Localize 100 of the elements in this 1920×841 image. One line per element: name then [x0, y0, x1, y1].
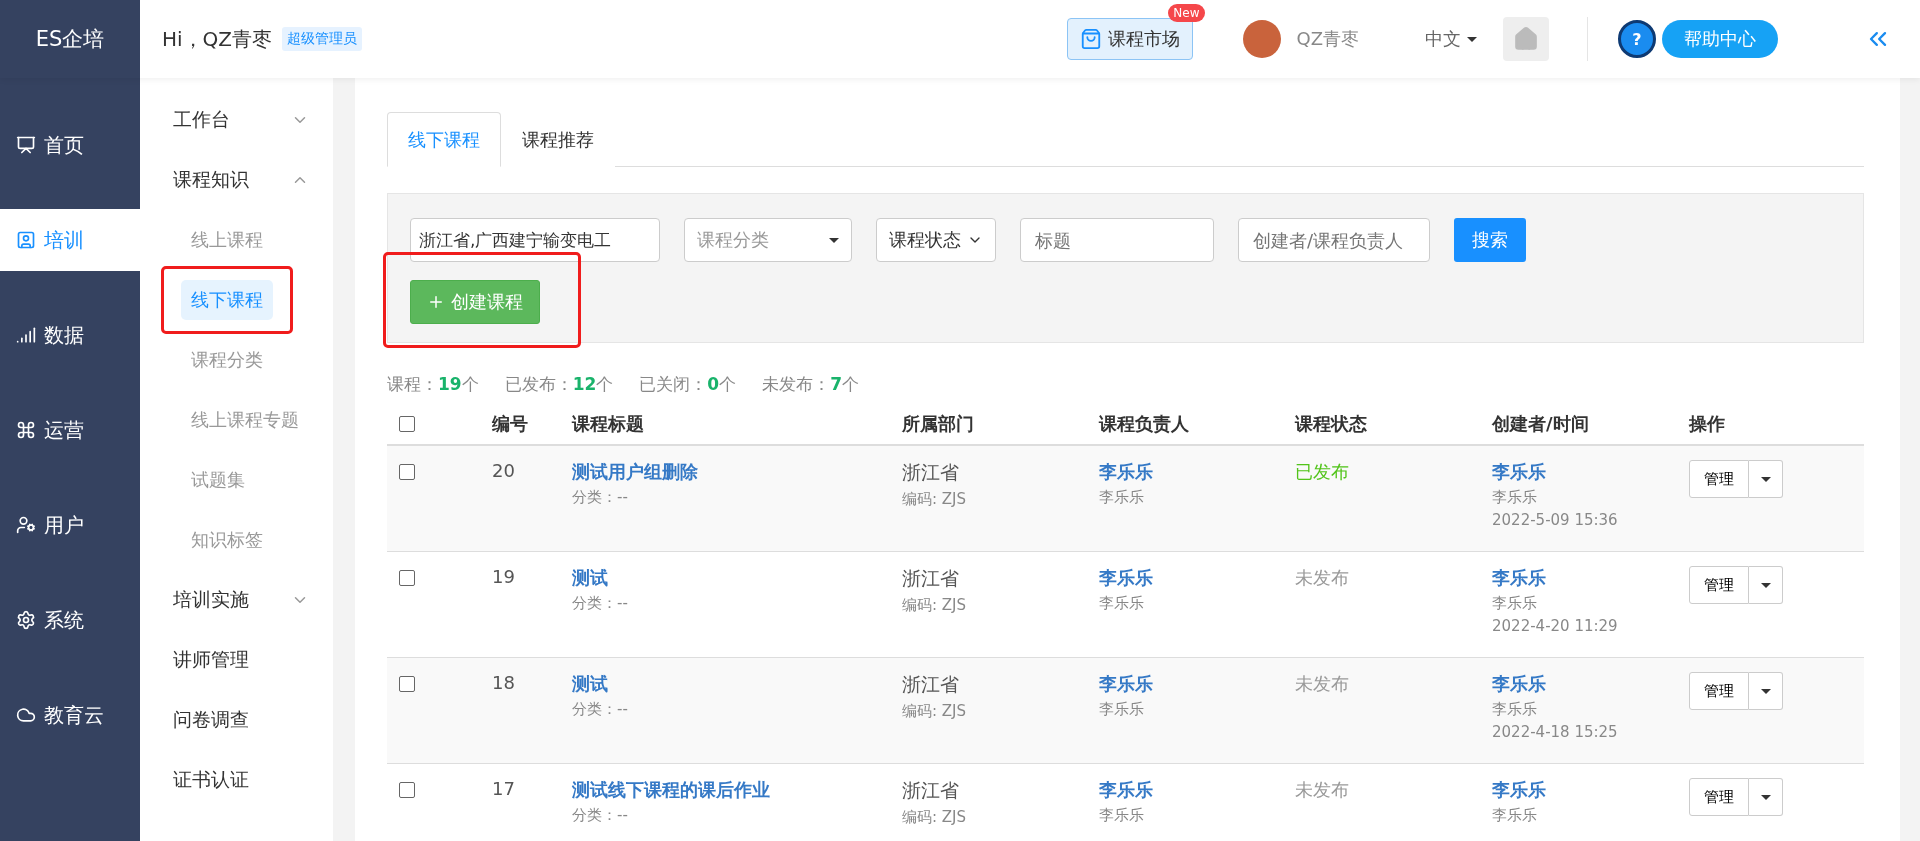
time-text: 2022-4-18 15:25	[1492, 723, 1619, 741]
rail-label: 用户	[44, 511, 84, 539]
rail-item[interactable]: 系统	[0, 589, 140, 651]
rail-item[interactable]: 培训	[0, 209, 140, 271]
department-text: 浙江省	[902, 672, 960, 697]
command-icon	[16, 420, 36, 440]
course-title-link[interactable]: 测试线下课程的课后作业	[572, 778, 902, 802]
course-title-link[interactable]: 测试用户组删除	[572, 460, 902, 484]
submenu-item[interactable]: 线上课程专题	[181, 400, 309, 440]
manage-button[interactable]: 管理	[1689, 778, 1749, 816]
menu-label: 问卷调查	[173, 707, 249, 732]
row-checkbox[interactable]	[399, 570, 415, 586]
manage-button[interactable]: 管理	[1689, 566, 1749, 604]
dropdown-button[interactable]	[1749, 672, 1783, 710]
owner-link[interactable]: 李乐乐	[1099, 460, 1295, 484]
caret-icon	[1760, 582, 1771, 588]
menu-item[interactable]: 课程知识	[173, 150, 333, 210]
department-field[interactable]: 浙江省,广西建宁输变电工	[410, 218, 660, 262]
user-name: QZ青枣	[1296, 27, 1359, 51]
category-select[interactable]: 课程分类	[684, 218, 852, 262]
home-icon	[1513, 26, 1539, 52]
creator-link[interactable]: 李乐乐	[1492, 672, 1689, 696]
cloud-icon	[16, 705, 36, 725]
category-text: 分类：--	[572, 806, 629, 825]
new-badge: New	[1168, 4, 1205, 22]
tab[interactable]: 线下课程	[387, 112, 501, 167]
create-course-button[interactable]: 创建课程	[410, 280, 540, 324]
search-button[interactable]: 搜索	[1454, 218, 1526, 262]
rail-label: 培训	[44, 226, 84, 254]
column-header: 创建者/时间	[1492, 412, 1590, 436]
rail-item[interactable]: 运营	[0, 399, 140, 461]
id-cell-text: 18	[492, 672, 516, 693]
status-text: 未发布	[1295, 778, 1350, 802]
select-all-checkbox[interactable]	[399, 416, 415, 432]
stat-text: 已发布：12个	[504, 373, 614, 396]
owner-link[interactable]: 李乐乐	[1099, 566, 1295, 590]
code-text: 编码: ZJS	[902, 490, 968, 509]
avatar	[1242, 20, 1281, 58]
dropdown-button[interactable]	[1749, 566, 1783, 604]
rail-item[interactable]: 首页	[0, 114, 140, 176]
plus-icon	[427, 293, 445, 311]
stat-text: 未发布：7个	[762, 373, 860, 396]
course-market-button[interactable]: 课程市场	[1066, 18, 1193, 60]
stat-text: 已关闭：0个	[639, 373, 737, 396]
rail-item[interactable]: 用户	[0, 494, 140, 556]
row-checkbox[interactable]	[399, 782, 415, 798]
owner-link[interactable]: 李乐乐	[1099, 672, 1295, 696]
manage-button[interactable]: 管理	[1689, 672, 1749, 710]
language-selector[interactable]: 中文	[1419, 26, 1483, 52]
dropdown-button[interactable]	[1749, 460, 1783, 498]
course-title-link[interactable]: 测试	[572, 566, 902, 590]
status-select[interactable]: 课程状态	[876, 218, 996, 262]
menu-label: 培训实施	[173, 587, 249, 612]
column-header: 课程标题	[572, 412, 645, 436]
dropdown-button[interactable]	[1749, 778, 1783, 816]
time-text: 2022-5-09 15:36	[1492, 511, 1619, 529]
caret-icon	[1760, 688, 1771, 694]
manage-button[interactable]: 管理	[1689, 460, 1749, 498]
creator-sub-text: 李乐乐	[1492, 594, 1538, 613]
menu-item[interactable]: 问卷调查	[173, 690, 333, 750]
menu-label: 证书认证	[173, 767, 249, 792]
time-text: 2022-4-20 11:29	[1492, 617, 1619, 635]
caret-icon	[829, 237, 839, 243]
category-text: 分类：--	[572, 594, 629, 613]
column-header: 编号	[492, 412, 529, 436]
user-gear-icon	[16, 515, 36, 535]
menu-item[interactable]: 讲师管理	[173, 630, 333, 690]
submenu-item[interactable]: 试题集	[181, 460, 255, 500]
creator-link[interactable]: 李乐乐	[1492, 778, 1689, 802]
row-checkbox[interactable]	[399, 676, 415, 692]
caret-icon	[1760, 476, 1771, 482]
menu-item[interactable]: 证书认证	[173, 750, 333, 810]
submenu-item[interactable]: 知识标签	[181, 520, 273, 560]
column-header: 操作	[1689, 412, 1726, 436]
code-text: 编码: ZJS	[902, 702, 968, 721]
creator-field[interactable]: 创建者/课程负责人	[1238, 218, 1430, 262]
column-header: 课程状态	[1295, 412, 1368, 436]
rail-label: 数据	[44, 321, 84, 349]
submenu-item[interactable]: 课程分类	[181, 340, 273, 380]
course-title-link[interactable]: 测试	[572, 672, 902, 696]
rail-label: 首页	[44, 131, 84, 159]
category-text: 分类：--	[572, 700, 629, 719]
owner-sub-text: 李乐乐	[1099, 488, 1145, 507]
rail-item[interactable]: 数据	[0, 304, 140, 366]
creator-sub-text: 李乐乐	[1492, 488, 1538, 507]
category-text: 分类：--	[572, 488, 629, 507]
row-checkbox[interactable]	[399, 464, 415, 480]
help-center-button[interactable]: 帮助中心	[1662, 20, 1778, 58]
owner-link[interactable]: 李乐乐	[1099, 778, 1295, 802]
title-field[interactable]: 标题	[1020, 218, 1214, 262]
bars-icon	[16, 325, 36, 345]
creator-link[interactable]: 李乐乐	[1492, 566, 1689, 590]
menu-item[interactable]: 培训实施	[173, 570, 333, 630]
creator-link[interactable]: 李乐乐	[1492, 460, 1689, 484]
submenu-item[interactable]: 线上课程	[181, 220, 273, 260]
submenu-item[interactable]: 线下课程	[181, 280, 273, 320]
rail-item[interactable]: 教育云	[0, 684, 140, 746]
id-cell-text: 19	[492, 566, 516, 587]
department-text: 浙江省	[902, 460, 960, 485]
menu-item[interactable]: 工作台	[173, 90, 333, 150]
